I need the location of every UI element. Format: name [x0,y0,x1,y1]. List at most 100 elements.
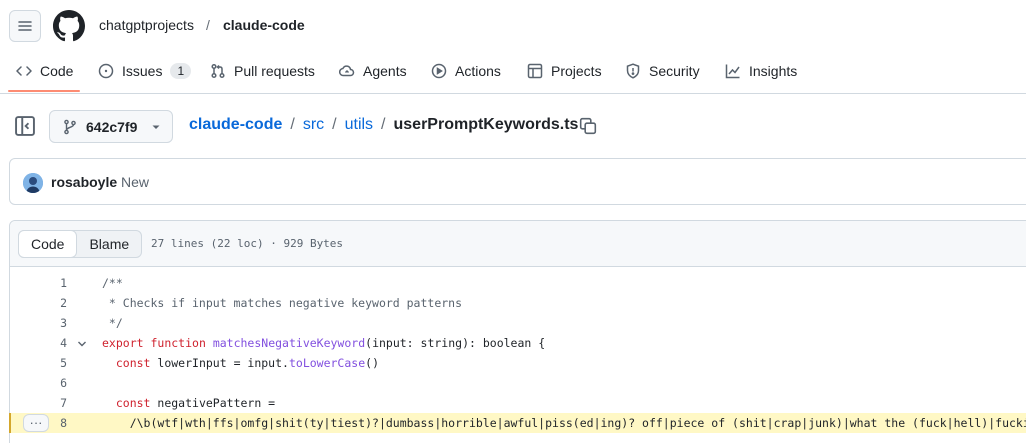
line-number[interactable]: 8 [10,413,67,433]
tab-security-label: Security [649,63,700,79]
avatar[interactable] [23,173,43,193]
sidebar-toggle-icon[interactable] [14,115,36,137]
tab-code-label: Code [40,63,74,79]
code-viewer: Code Blame 27 lines (22 loc) · 929 Bytes… [9,220,1026,443]
code-view-button[interactable]: Code [18,230,78,258]
code-token: export [102,336,144,350]
commit-message[interactable]: New [121,174,149,190]
repo-tabs: Code Issues 1 Pull requests Agents Actio… [0,52,1026,94]
path-utils-link[interactable]: utils [345,116,373,134]
code-token: negativePattern = [150,396,276,410]
breadcrumb-repo[interactable]: claude-code [223,17,305,33]
pull-request-icon [211,63,225,79]
tab-security[interactable]: Security [625,52,700,90]
breadcrumb-separator: / [206,17,210,33]
graph-icon [725,64,740,79]
code-token: */ [102,316,123,330]
code-token: const [115,396,151,410]
play-icon [431,63,447,79]
code-token: function [150,336,206,350]
git-branch-icon [64,119,76,134]
breadcrumb-owner[interactable]: chatgptprojects [99,17,194,33]
issues-count-badge: 1 [170,63,192,79]
code-token: /** [102,276,123,290]
code-viewer-header: Code Blame 27 lines (22 loc) · 929 Bytes [10,221,1026,267]
code-line: 2 * Checks if input matches negative key… [10,293,1026,313]
code-icon [16,66,32,76]
branch-name: 642c7f9 [86,118,138,135]
agents-icon [339,65,355,77]
code-text: * Checks if input matches negative keywo… [102,293,462,313]
code-token: /\b(wtf|wth|ffs|omfg|shit(ty|tiest)?|dum… [102,416,1026,430]
commit-author[interactable]: rosaboyle [51,174,117,190]
tab-agents-label: Agents [363,63,407,79]
code-text: /** [102,273,123,293]
code-line: 5 const lowerInput = input.toLowerCase() [10,353,1026,373]
tab-actions-label: Actions [455,63,501,79]
tab-issues-label: Issues [122,63,163,79]
tab-actions[interactable]: Actions [431,52,501,90]
line-number[interactable]: 1 [10,273,67,293]
tab-pull-requests-label: Pull requests [234,63,315,79]
code-token: const [115,356,151,370]
file-meta-info: 27 lines (22 loc) · 929 Bytes [151,237,344,250]
tab-insights[interactable]: Insights [725,52,797,90]
file-breadcrumb: claude-code / src / utils / userPromptKe… [189,116,578,134]
copy-icon[interactable] [579,117,597,135]
code-line: 1 /** [10,273,1026,293]
caret-down-icon [152,125,160,129]
file-name: userPromptKeywords.ts [393,116,579,133]
fold-chevron-icon[interactable] [77,339,87,349]
code-text: const lowerInput = input.toLowerCase() [102,353,379,373]
code-text: export function matchesNegativeKeyword(i… [102,333,545,353]
line-number[interactable]: 3 [10,313,67,333]
code-token: * Checks if input matches negative keywo… [102,296,463,310]
path-repo-link[interactable]: claude-code [189,116,282,134]
tab-agents[interactable]: Agents [339,52,407,90]
blame-view-button[interactable]: Blame [77,231,141,257]
line-number[interactable]: 6 [10,373,67,393]
tab-issues[interactable]: Issues 1 [98,52,192,90]
tab-pull-requests[interactable]: Pull requests [210,52,315,90]
code-text: const negativePattern = [102,393,275,413]
code-line: 3 */ [10,313,1026,333]
hamburger-menu-button[interactable] [9,10,41,42]
hamburger-icon [18,21,32,31]
code-text: */ [102,313,123,333]
path-separator: / [332,116,337,133]
code-token: () [365,356,379,370]
shield-icon [626,63,640,79]
code-token: (input: string): boolean { [365,336,546,350]
code-line: 4 export function matchesNegativeKeyword(… [10,333,1026,353]
issue-icon [98,63,114,79]
path-separator: / [381,116,386,133]
active-tab-indicator [8,90,80,92]
tab-code[interactable]: Code [16,52,73,90]
line-number[interactable]: 2 [10,293,67,313]
tab-projects[interactable]: Projects [527,52,602,90]
code-token: toLowerCase [288,356,366,370]
avatar-image-icon [23,173,43,193]
code-line: 6 [10,373,1026,393]
top-bar: chatgptprojects / claude-code [0,0,1026,52]
code-token: lowerInput = input. [150,356,289,370]
code-text: /\b(wtf|wth|ffs|omfg|shit(ty|tiest)?|dum… [102,413,1026,433]
code-line: ··· 8 /\b(wtf|wth|ffs|omfg|shit(ty|tiest)… [9,413,1026,433]
tab-insights-label: Insights [749,63,798,79]
line-number[interactable]: 4 [10,333,67,353]
tab-projects-label: Projects [551,63,602,79]
branch-selector-button[interactable]: 642c7f9 [49,110,173,143]
view-mode-toggle: Code Blame [18,230,143,258]
line-number[interactable]: 7 [10,393,67,413]
path-separator: / [290,116,295,133]
github-logo-icon[interactable] [53,10,85,42]
table-icon [527,63,543,79]
code-line: 7 const negativePattern = [10,393,1026,413]
line-number[interactable]: 5 [10,353,67,373]
path-src-link[interactable]: src [303,116,324,134]
code-lines: 1 /** 2 * Checks if input matches negative… [9,273,1026,433]
code-token: matchesNegativeKeyword [212,336,366,350]
